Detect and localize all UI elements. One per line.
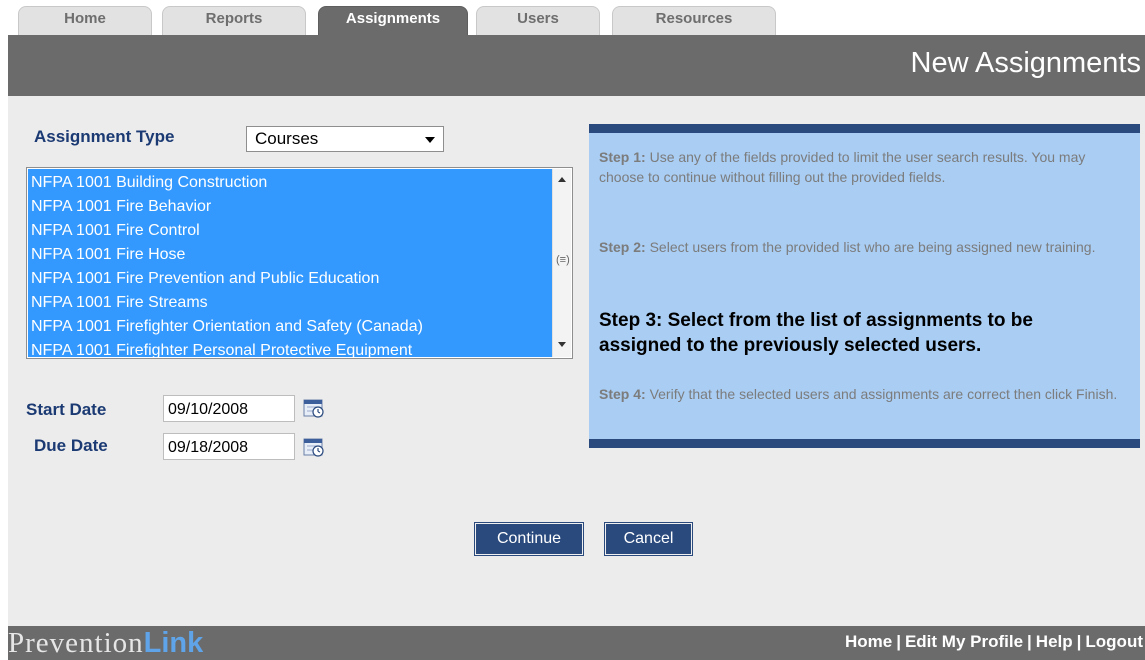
footer-separator: | bbox=[1027, 632, 1032, 651]
step-1-text: Use any of the fields provided to limit … bbox=[599, 149, 1086, 185]
step-2-text: Select users from the provided list who … bbox=[649, 239, 1096, 255]
page-title: New Assignments bbox=[910, 47, 1142, 79]
list-item[interactable]: NFPA 1001 Building Construction bbox=[28, 171, 552, 195]
list-item[interactable]: NFPA 1001 Firefighter Orientation and Sa… bbox=[28, 315, 552, 339]
tab-bar: Home Reports Assignments Users Resources bbox=[0, 0, 1145, 35]
tab-users[interactable]: Users bbox=[476, 6, 600, 35]
preventionlink-logo: PreventionLink bbox=[8, 627, 203, 660]
assignment-type-select[interactable]: Courses bbox=[246, 126, 444, 152]
list-item[interactable]: NFPA 1001 Fire Hose bbox=[28, 243, 552, 267]
tab-resources[interactable]: Resources bbox=[612, 6, 776, 35]
list-item[interactable]: NFPA 1001 Firefighter Personal Protectiv… bbox=[28, 339, 552, 357]
footer-nav: Home | Edit My Profile | Help | Logout bbox=[845, 632, 1143, 652]
scroll-up-icon[interactable] bbox=[558, 177, 566, 182]
assignment-type-label: Assignment Type bbox=[34, 127, 175, 146]
footer-link-logout[interactable]: Logout bbox=[1085, 632, 1143, 651]
assignment-type-value: Courses bbox=[255, 129, 319, 148]
footer-link-help[interactable]: Help bbox=[1036, 632, 1073, 651]
start-date-field[interactable]: 09/10/2008 bbox=[163, 395, 295, 422]
logo-text-link: Link bbox=[143, 627, 204, 659]
list-item[interactable]: NFPA 1001 Fire Streams bbox=[28, 291, 552, 315]
step-4-heading: Step 4: bbox=[599, 386, 646, 402]
scroll-grip-icon[interactable]: (≡) bbox=[556, 253, 570, 267]
tab-assignments[interactable]: Assignments bbox=[318, 6, 468, 35]
listbox-scrollbar[interactable]: (≡) bbox=[552, 169, 571, 357]
chevron-down-icon bbox=[425, 137, 435, 143]
start-date-label: Start Date bbox=[26, 400, 107, 419]
due-date-field[interactable]: 09/18/2008 bbox=[163, 433, 295, 460]
footer: PreventionLink Home | Edit My Profile | Help… bbox=[8, 626, 1145, 660]
list-item[interactable]: NFPA 1001 Fire Control bbox=[28, 219, 552, 243]
list-item[interactable]: NFPA 1001 Fire Prevention and Public Edu… bbox=[28, 267, 552, 291]
step-4-text: Verify that the selected users and assig… bbox=[649, 386, 1118, 402]
steps-panel: Step 1: Use any of the fields provided t… bbox=[589, 124, 1140, 448]
cancel-button[interactable]: Cancel bbox=[604, 522, 693, 556]
logo-text-prevention: Prevention bbox=[8, 627, 144, 659]
list-item[interactable]: NFPA 1001 Fire Behavior bbox=[28, 195, 552, 219]
step-4: Step 4: Verify that the selected users a… bbox=[599, 384, 1119, 404]
step-2: Step 2: Select users from the provided l… bbox=[599, 237, 1119, 257]
scroll-down-icon[interactable] bbox=[558, 342, 566, 347]
step-1-heading: Step 1: bbox=[599, 149, 646, 165]
calendar-icon[interactable] bbox=[303, 437, 325, 457]
step-3: Step 3: Select from the list of assignme… bbox=[599, 310, 1033, 356]
tab-reports[interactable]: Reports bbox=[162, 6, 306, 35]
page-header: New Assignments bbox=[8, 35, 1145, 96]
footer-link-home[interactable]: Home bbox=[845, 632, 892, 651]
footer-separator: | bbox=[896, 632, 901, 651]
step-1: Step 1: Use any of the fields provided t… bbox=[599, 147, 1119, 187]
continue-button[interactable]: Continue bbox=[474, 522, 584, 556]
footer-separator: | bbox=[1076, 632, 1082, 651]
tab-home[interactable]: Home bbox=[18, 6, 152, 35]
calendar-icon[interactable] bbox=[303, 398, 325, 418]
footer-link-edit-profile[interactable]: Edit My Profile bbox=[905, 632, 1023, 651]
step-2-heading: Step 2: bbox=[599, 239, 646, 255]
main-content: Assignment Type Courses NFPA 1001 Buildi… bbox=[8, 96, 1145, 626]
assignment-listbox[interactable]: NFPA 1001 Building Construction NFPA 100… bbox=[26, 167, 573, 359]
due-date-label: Due Date bbox=[34, 436, 108, 455]
